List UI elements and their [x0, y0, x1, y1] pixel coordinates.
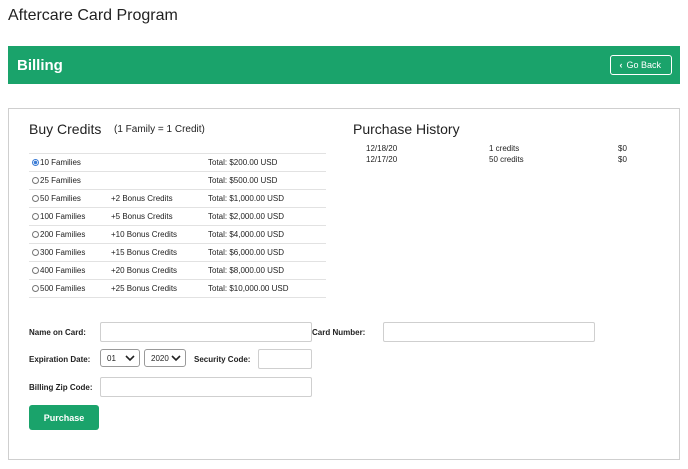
credit-option-cell: 10 Families: [29, 154, 111, 172]
name-on-card-label: Name on Card:: [29, 328, 86, 337]
go-back-label: Go Back: [626, 60, 661, 70]
billing-zip-input[interactable]: [100, 377, 312, 397]
credit-option-label: 400 Families: [40, 266, 86, 275]
radio-button[interactable]: [32, 213, 39, 220]
option-total: Total: $1,000.00 USD: [208, 194, 285, 203]
credit-option-label: 300 Families: [40, 248, 86, 257]
purchase-credits: 1 credits: [489, 144, 520, 153]
card-number-input[interactable]: [383, 322, 595, 342]
buy-credits-subtitle: (1 Family = 1 Credit): [114, 124, 205, 135]
credit-option-cell: 500 Families: [29, 280, 111, 298]
credit-option-row[interactable]: 25 Families Total: $500.00 USD: [29, 172, 326, 190]
page-title: Aftercare Card Program: [8, 7, 178, 24]
bonus-credits: +10 Bonus Credits: [111, 230, 178, 239]
credit-option-label: 500 Families: [40, 284, 86, 293]
purchase-history-row: 12/17/20 50 credits $0: [366, 155, 628, 166]
billing-header: Billing ‹ Go Back: [8, 46, 680, 84]
bonus-credits: +2 Bonus Credits: [111, 194, 173, 203]
credit-option-row[interactable]: 300 Families +15 Bonus Credits Total: $6,0…: [29, 244, 326, 262]
name-on-card-input[interactable]: [100, 322, 312, 342]
credit-option-row[interactable]: 100 Families +5 Bonus Credits Total: $2,00…: [29, 208, 326, 226]
radio-button[interactable]: [32, 231, 39, 238]
expiration-date-label: Expiration Date:: [29, 355, 91, 364]
credit-option-row[interactable]: 50 Families +2 Bonus Credits Total: $1,000…: [29, 190, 326, 208]
credit-option-row[interactable]: 200 Families +10 Bonus Credits Total: $4,0…: [29, 226, 326, 244]
bonus-credits: +5 Bonus Credits: [111, 212, 173, 221]
option-total: Total: $10,000.00 USD: [208, 284, 289, 293]
radio-button[interactable]: [32, 267, 39, 274]
credit-option-cell: 100 Families: [29, 208, 111, 226]
card-number-label: Card Number:: [312, 328, 366, 337]
billing-title: Billing: [17, 56, 63, 74]
go-back-button[interactable]: ‹ Go Back: [610, 55, 672, 75]
option-total: Total: $8,000.00 USD: [208, 266, 285, 275]
credit-options-table: 10 Families Total: $200.00 USD 25 Families…: [29, 153, 326, 298]
chevron-down-icon: [171, 355, 181, 362]
purchase-date: 12/17/20: [366, 155, 398, 164]
purchase-amount: $0: [618, 155, 627, 164]
buy-credits-title: Buy Credits: [29, 121, 102, 137]
credit-option-label: 25 Families: [40, 176, 81, 185]
purchase-date: 12/18/20: [366, 144, 398, 153]
bonus-credits: +20 Bonus Credits: [111, 266, 178, 275]
credit-option-cell: 50 Families: [29, 190, 111, 208]
option-total: Total: $2,000.00 USD: [208, 212, 285, 221]
purchase-button[interactable]: Purchase: [29, 405, 99, 430]
purchase-history-title: Purchase History: [353, 121, 460, 137]
credit-option-label: 50 Families: [40, 194, 81, 203]
option-total: Total: $4,000.00 USD: [208, 230, 285, 239]
credit-option-row[interactable]: 500 Families +25 Bonus Credits Total: $10,…: [29, 280, 326, 298]
radio-button[interactable]: [32, 195, 39, 202]
radio-button[interactable]: [32, 285, 39, 292]
bonus-credits: +15 Bonus Credits: [111, 248, 178, 257]
chevron-down-icon: [125, 355, 135, 362]
purchase-credits: 50 credits: [489, 155, 524, 164]
option-total: Total: $500.00 USD: [208, 176, 278, 185]
credit-option-label: 10 Families: [40, 158, 81, 167]
expiration-month-value: 01: [107, 353, 116, 363]
expiration-year-select[interactable]: 2020: [144, 349, 186, 367]
credit-option-row[interactable]: 400 Families +20 Bonus Credits Total: $8,0…: [29, 262, 326, 280]
radio-button[interactable]: [32, 177, 39, 184]
credit-option-cell: 200 Families: [29, 226, 111, 244]
radio-button[interactable]: [32, 159, 39, 166]
option-total: Total: $6,000.00 USD: [208, 248, 285, 257]
billing-panel: Buy Credits (1 Family = 1 Credit) 10 Fam…: [8, 108, 680, 460]
security-code-label: Security Code:: [194, 355, 251, 364]
credit-option-label: 200 Families: [40, 230, 86, 239]
bonus-credits: [111, 154, 208, 172]
purchase-amount: $0: [618, 144, 627, 153]
chevron-left-icon: ‹: [619, 60, 623, 70]
expiration-year-value: 2020: [151, 353, 169, 363]
bonus-credits: [111, 172, 208, 190]
credit-option-cell: 25 Families: [29, 172, 111, 190]
credit-option-cell: 300 Families: [29, 244, 111, 262]
option-total: Total: $200.00 USD: [208, 158, 278, 167]
expiration-month-select[interactable]: 01: [100, 349, 140, 367]
security-code-input[interactable]: [258, 349, 312, 369]
bonus-credits: +25 Bonus Credits: [111, 284, 178, 293]
credit-option-cell: 400 Families: [29, 262, 111, 280]
purchase-history-row: 12/18/20 1 credits $0: [366, 144, 628, 155]
billing-zip-label: Billing Zip Code:: [29, 383, 93, 392]
radio-button[interactable]: [32, 249, 39, 256]
credit-option-label: 100 Families: [40, 212, 86, 221]
credit-option-row[interactable]: 10 Families Total: $200.00 USD: [29, 153, 326, 172]
